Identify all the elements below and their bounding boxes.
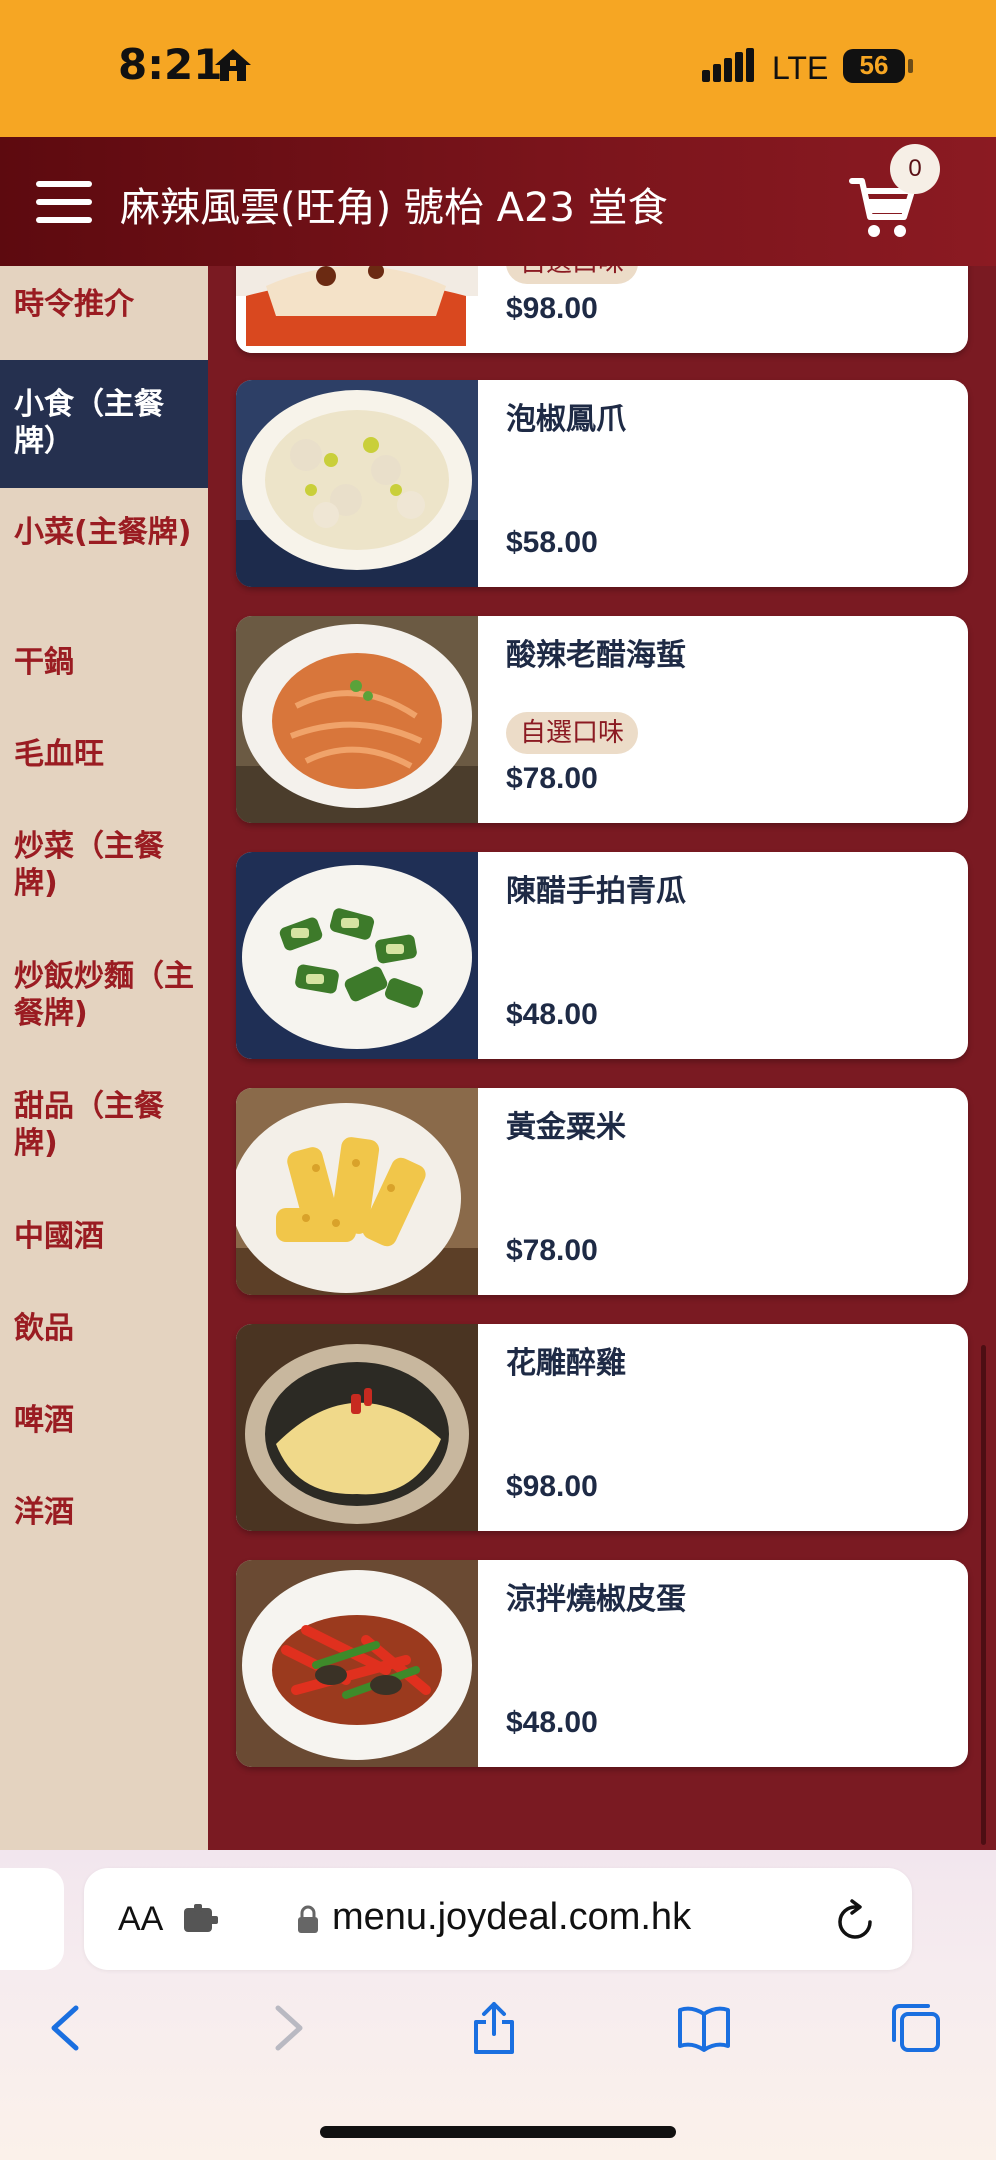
dish-name: 黃金粟米 <box>506 1110 626 1145</box>
dish-price: $78.00 <box>506 1234 598 1267</box>
page-title: 麻辣風雲(旺角) 號枱 A23 堂食 <box>120 185 668 231</box>
flavor-option-tag: 自選口味 <box>506 266 639 284</box>
dish-photo <box>236 266 478 353</box>
dish-photo <box>236 1324 478 1531</box>
dish-price: $98.00 <box>506 1470 598 1503</box>
dish-name: 陳醋手拍青瓜 <box>506 874 686 909</box>
address-bar[interactable]: AA menu.joydeal.com.hk <box>84 1868 912 1970</box>
forward-icon[interactable] <box>258 2000 314 2056</box>
menu-item-card[interactable]: 涼拌燒椒皮蛋 $48.00 <box>236 1560 968 1767</box>
extension-icon[interactable] <box>182 1902 222 1936</box>
battery-level: 56 <box>859 50 889 80</box>
sidebar-item-western-liquor[interactable]: 洋酒 <box>0 1494 208 1531</box>
scrollbar[interactable] <box>981 1345 986 1845</box>
tabs-icon[interactable] <box>888 2000 944 2056</box>
url-text: menu.joydeal.com.hk <box>332 1896 692 1938</box>
dish-price: $78.00 <box>506 762 598 795</box>
hamburger-icon[interactable] <box>36 181 92 223</box>
menu-item-card[interactable]: 黃金粟米 $78.00 <box>236 1088 968 1295</box>
sidebar-item-desserts[interactable]: 甜品（主餐牌) <box>0 1088 208 1162</box>
dish-price: $58.00 <box>506 526 598 559</box>
home-indicator[interactable] <box>320 2126 676 2138</box>
dish-name: 涼拌燒椒皮蛋 <box>506 1582 686 1617</box>
status-bar: 8:21 LTE 56 <box>0 0 996 137</box>
dish-name: 泡椒鳳爪 <box>506 402 626 437</box>
sidebar-item-chinese-liquor[interactable]: 中國酒 <box>0 1218 208 1255</box>
reload-icon[interactable] <box>836 1898 876 1942</box>
menu-item-card[interactable]: 酸辣老醋海蜇 自選口味 $78.00 <box>236 616 968 823</box>
sidebar-item-seasonal[interactable]: 時令推介 <box>0 286 208 323</box>
app-header: 麻辣風雲(旺角) 號枱 A23 堂食 <box>0 137 996 266</box>
dish-photo <box>236 1088 478 1295</box>
lock-icon <box>298 1905 318 1933</box>
dish-price: $48.00 <box>506 998 598 1031</box>
menu-item-card[interactable]: 陳醋手拍青瓜 $48.00 <box>236 852 968 1059</box>
dish-photo <box>236 852 478 1059</box>
menu-item-card[interactable]: 自選口味 $98.00 <box>236 266 968 353</box>
sidebar-item-dishes[interactable]: 小菜(主餐牌) <box>0 514 208 551</box>
dish-price: $48.00 <box>506 1706 598 1739</box>
sidebar-item-maoxuewang[interactable]: 毛血旺 <box>0 736 208 773</box>
previous-tab-preview[interactable] <box>0 1868 64 1970</box>
status-time: 8:21 <box>118 40 223 89</box>
back-icon[interactable] <box>40 2000 96 2056</box>
home-icon <box>215 49 251 81</box>
menu-list: 自選口味 $98.00 泡椒鳳爪 $58.00 酸辣老醋海蜇 自選口味 <box>208 266 996 1850</box>
menu-item-card[interactable]: 花雕醉雞 $98.00 <box>236 1324 968 1531</box>
flavor-option-tag: 自選口味 <box>506 712 639 754</box>
signal-icon <box>702 48 754 82</box>
dish-price: $98.00 <box>506 292 598 325</box>
dish-photo <box>236 1560 478 1767</box>
dish-photo <box>236 380 478 587</box>
bookmarks-icon[interactable] <box>676 2000 732 2056</box>
browser-toolbar: AA menu.joydeal.com.hk <box>0 1850 996 2160</box>
sidebar-item-snacks[interactable]: 小食（主餐牌） <box>0 360 208 488</box>
share-icon[interactable] <box>466 2000 522 2056</box>
reader-settings-button[interactable]: AA <box>118 1900 163 1939</box>
dish-name: 酸辣老醋海蜇 <box>506 638 686 673</box>
sidebar-item-fried-rice-noodles[interactable]: 炒飯炒麵（主餐牌) <box>0 958 208 1032</box>
sidebar-item-drinks[interactable]: 飲品 <box>0 1310 208 1347</box>
category-sidebar: 時令推介 小食（主餐牌） 小菜(主餐牌) 干鍋 毛血旺 炒菜（主餐牌) 炒飯炒麵… <box>0 266 208 1850</box>
dish-photo <box>236 616 478 823</box>
sidebar-item-dry-pot[interactable]: 干鍋 <box>0 644 208 681</box>
network-label: LTE <box>772 50 829 86</box>
sidebar-item-stir-fry[interactable]: 炒菜（主餐牌) <box>0 828 208 902</box>
menu-item-card[interactable]: 泡椒鳳爪 $58.00 <box>236 380 968 587</box>
cart-count-badge: 0 <box>890 144 940 194</box>
sidebar-item-beer[interactable]: 啤酒 <box>0 1402 208 1439</box>
dish-name: 花雕醉雞 <box>506 1346 626 1381</box>
